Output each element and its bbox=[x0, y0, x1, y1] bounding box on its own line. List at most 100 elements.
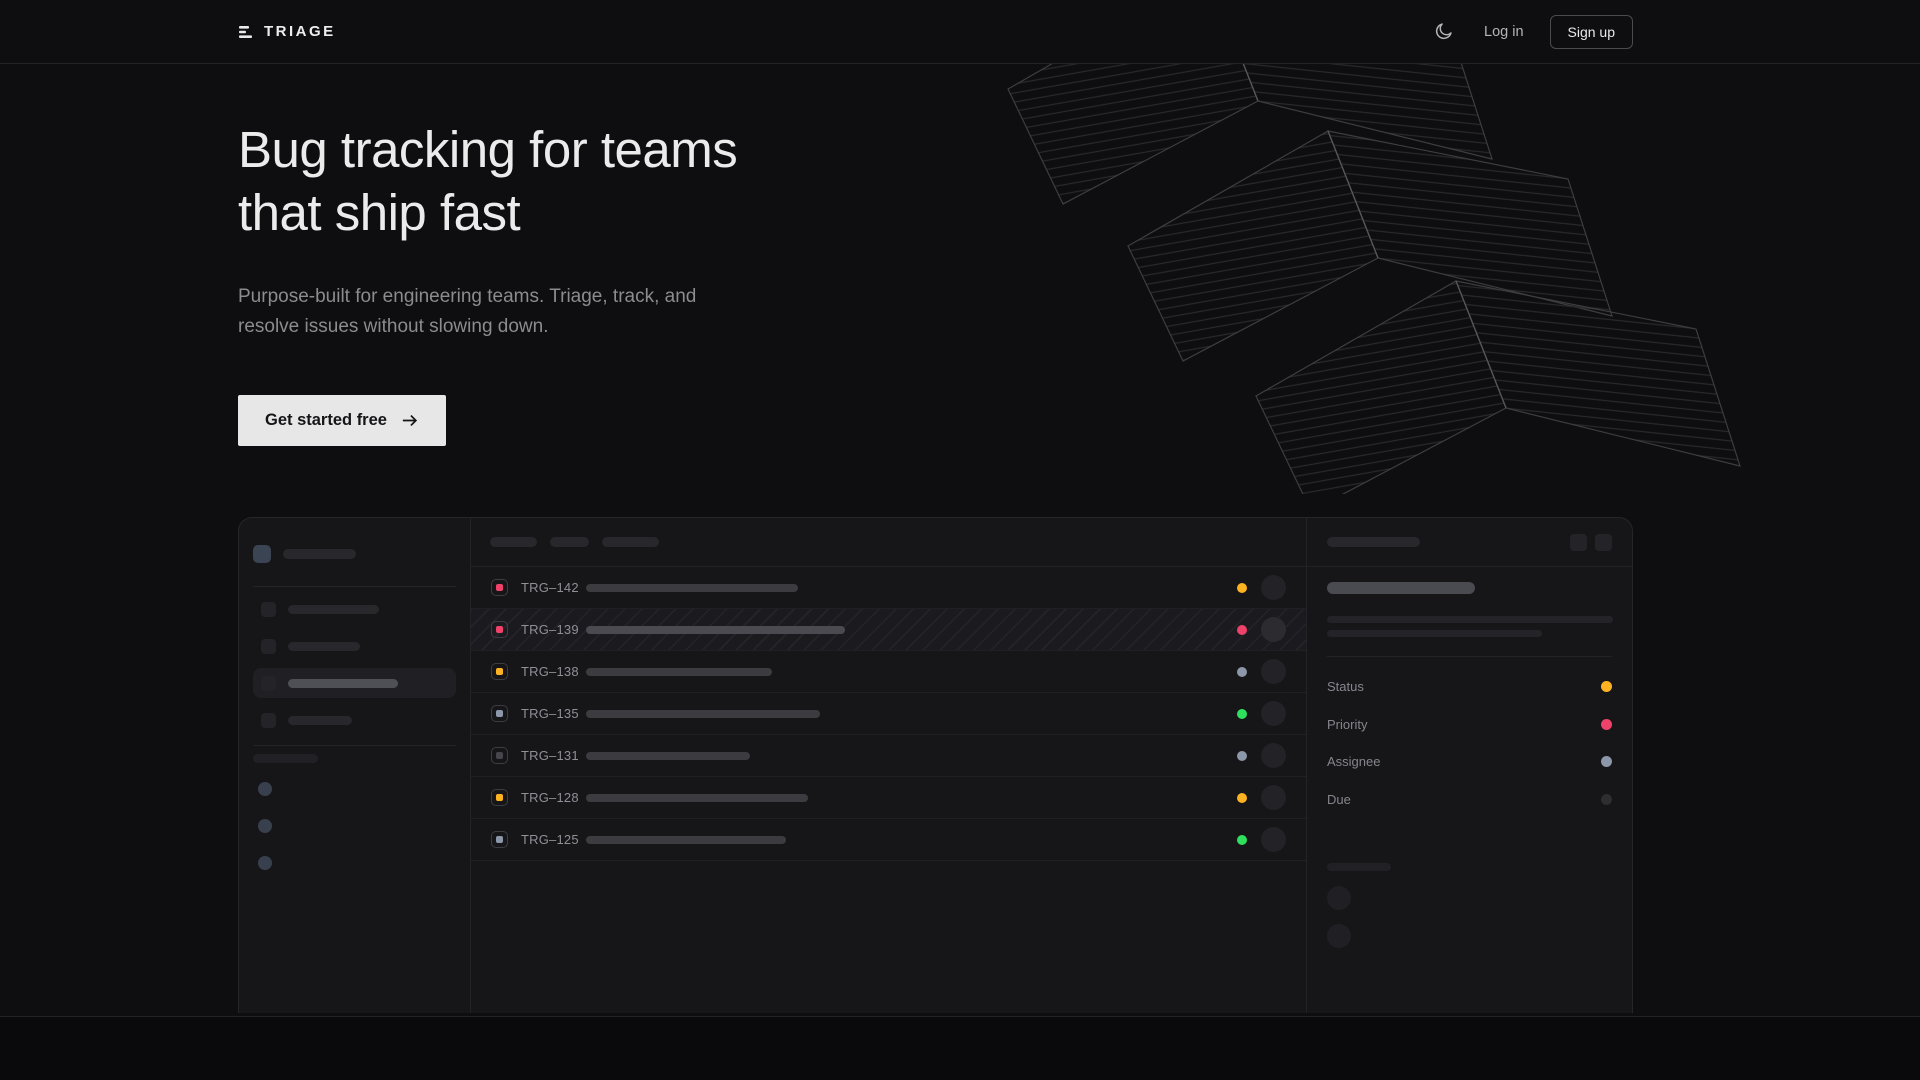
issue-row[interactable]: TRG–142 bbox=[471, 567, 1306, 609]
nav-item-label-placeholder bbox=[288, 605, 379, 614]
workspace-name-placeholder bbox=[283, 549, 356, 559]
detail-field-label: Assignee bbox=[1327, 754, 1380, 769]
assignee-avatar bbox=[1261, 827, 1286, 852]
theme-toggle-button[interactable] bbox=[1429, 17, 1458, 46]
issue-title-placeholder bbox=[586, 836, 786, 844]
detail-body: Status Priority Assignee Due bbox=[1307, 567, 1632, 948]
issue-title-placeholder bbox=[586, 668, 772, 676]
sidebar-nav-item[interactable] bbox=[253, 705, 456, 735]
detail-action-button[interactable] bbox=[1570, 534, 1587, 551]
triage-bars-icon bbox=[238, 24, 254, 40]
issue-title-placeholder bbox=[586, 584, 798, 592]
issue-row[interactable]: TRG–131 bbox=[471, 735, 1306, 777]
issue-row[interactable]: TRG–128 bbox=[471, 777, 1306, 819]
assignee-avatar bbox=[1261, 575, 1286, 600]
signup-button[interactable]: Sign up bbox=[1550, 15, 1633, 49]
list-filter-tab-placeholder[interactable] bbox=[602, 537, 659, 547]
issue-id: TRG–139 bbox=[521, 622, 579, 637]
detail-breadcrumb-placeholder bbox=[1327, 537, 1420, 547]
sidebar-nav-item[interactable] bbox=[253, 631, 456, 661]
hero-subtitle: Purpose-built for engineering teams. Tri… bbox=[238, 282, 1633, 342]
detail-field-label: Status bbox=[1327, 679, 1364, 694]
list-filter-tab-placeholder[interactable] bbox=[490, 537, 537, 547]
sidebar-nav-item-active[interactable] bbox=[253, 668, 456, 698]
issue-id: TRG–135 bbox=[521, 706, 579, 721]
nav-item-label-placeholder bbox=[288, 716, 352, 725]
sidebar-nav-item[interactable] bbox=[253, 594, 456, 624]
detail-field[interactable]: Assignee bbox=[1327, 743, 1612, 781]
status-dot-icon bbox=[1237, 667, 1247, 677]
header-actions: Log in Sign up bbox=[1429, 15, 1633, 49]
detail-field[interactable]: Status bbox=[1327, 668, 1612, 706]
priority-icon bbox=[491, 789, 508, 806]
app-preview-card: TRG–142 TRG–139 TRG–138 TRG–135 bbox=[238, 517, 1633, 1013]
nav-item-icon bbox=[261, 676, 276, 691]
detail-header-buttons bbox=[1570, 534, 1612, 551]
sidebar-project-dots bbox=[258, 782, 456, 870]
detail-field[interactable]: Due bbox=[1327, 781, 1612, 819]
status-dot-icon bbox=[1237, 751, 1247, 761]
assignee-avatar bbox=[1261, 617, 1286, 642]
priority-icon bbox=[491, 705, 508, 722]
comment-avatar bbox=[1327, 886, 1351, 910]
site-header: TRIAGE Log in Sign up bbox=[0, 0, 1920, 64]
sidebar-divider bbox=[253, 745, 456, 746]
detail-field[interactable]: Priority bbox=[1327, 706, 1612, 744]
workspace-avatar bbox=[253, 545, 271, 563]
detail-header bbox=[1307, 518, 1632, 567]
workspace-row[interactable] bbox=[253, 545, 456, 563]
detail-field-label: Due bbox=[1327, 792, 1351, 807]
project-dot-icon[interactable] bbox=[258, 819, 272, 833]
project-dot-icon[interactable] bbox=[258, 856, 272, 870]
issue-row[interactable]: TRG–139 bbox=[471, 609, 1306, 651]
issue-row[interactable]: TRG–125 bbox=[471, 819, 1306, 861]
issue-row[interactable]: TRG–135 bbox=[471, 693, 1306, 735]
detail-description-placeholder bbox=[1327, 630, 1542, 637]
issue-title-placeholder bbox=[586, 710, 820, 718]
detail-field-value-dot-icon bbox=[1601, 794, 1612, 805]
nav-item-icon bbox=[261, 639, 276, 654]
assignee-avatar bbox=[1261, 785, 1286, 810]
site-footer bbox=[0, 1016, 1920, 1080]
moon-icon bbox=[1433, 21, 1454, 42]
issue-row[interactable]: TRG–138 bbox=[471, 651, 1306, 693]
nav-item-label-placeholder bbox=[288, 642, 360, 651]
mockup-sidebar bbox=[239, 518, 471, 1013]
priority-icon bbox=[491, 747, 508, 764]
issue-list-panel: TRG–142 TRG–139 TRG–138 TRG–135 bbox=[471, 518, 1307, 1013]
nav-item-label-placeholder bbox=[288, 679, 398, 688]
issue-title-placeholder bbox=[586, 794, 808, 802]
nav-item-icon bbox=[261, 713, 276, 728]
issue-title-placeholder bbox=[586, 752, 750, 760]
hero-section: Bug tracking for teams that ship fast Pu… bbox=[238, 64, 1633, 446]
sidebar-nav bbox=[253, 594, 456, 735]
issue-list-header bbox=[471, 518, 1306, 567]
get-started-label: Get started free bbox=[265, 411, 387, 430]
detail-fields: Status Priority Assignee Due bbox=[1327, 668, 1612, 818]
hero-title: Bug tracking for teams that ship fast bbox=[238, 118, 1633, 244]
detail-field-value-dot-icon bbox=[1601, 681, 1612, 692]
hero-title-line1: Bug tracking for teams bbox=[238, 118, 1633, 181]
brand-logo: TRIAGE bbox=[238, 23, 336, 40]
project-dot-icon[interactable] bbox=[258, 782, 272, 796]
issue-id: TRG–131 bbox=[521, 748, 579, 763]
list-filter-tab-placeholder[interactable] bbox=[550, 537, 589, 547]
detail-field-value-dot-icon bbox=[1601, 756, 1612, 767]
detail-field-value-dot-icon bbox=[1601, 719, 1612, 730]
detail-title-placeholder bbox=[1327, 582, 1475, 594]
sidebar-section-label-placeholder bbox=[253, 754, 318, 763]
priority-icon bbox=[491, 579, 508, 596]
main-content: Bug tracking for teams that ship fast Pu… bbox=[0, 64, 1920, 1013]
get-started-button[interactable]: Get started free bbox=[238, 395, 446, 446]
login-link[interactable]: Log in bbox=[1484, 24, 1524, 40]
nav-item-icon bbox=[261, 602, 276, 617]
status-dot-icon bbox=[1237, 793, 1247, 803]
priority-icon bbox=[491, 621, 508, 638]
issue-rows: TRG–142 TRG–139 TRG–138 TRG–135 bbox=[471, 567, 1306, 861]
status-dot-icon bbox=[1237, 583, 1247, 593]
detail-field-label: Priority bbox=[1327, 717, 1367, 732]
assignee-avatar bbox=[1261, 701, 1286, 726]
detail-action-button[interactable] bbox=[1595, 534, 1612, 551]
assignee-avatar bbox=[1261, 659, 1286, 684]
detail-activity-label-placeholder bbox=[1327, 863, 1391, 871]
